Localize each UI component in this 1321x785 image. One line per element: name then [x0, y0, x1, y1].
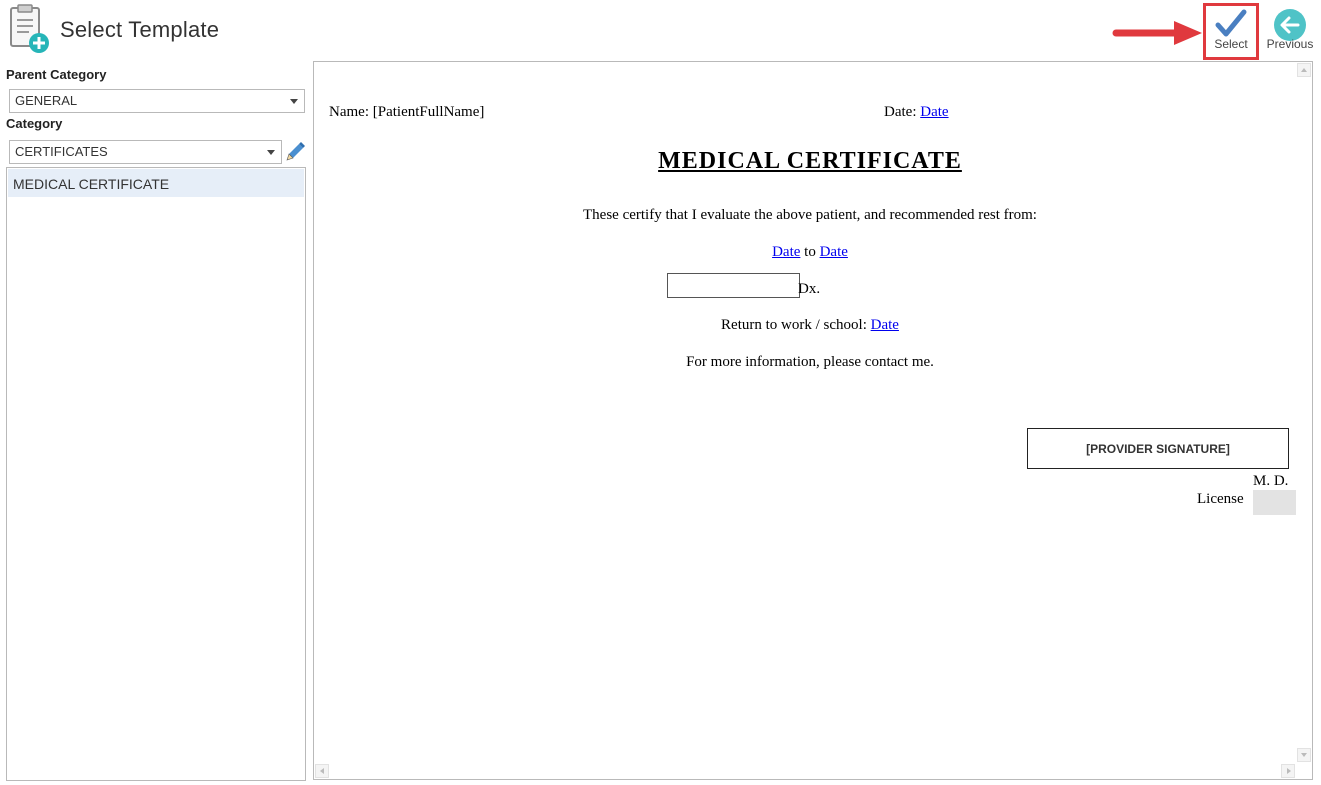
- patient-name-line: Name: [PatientFullName]: [329, 104, 485, 120]
- previous-button[interactable]: Previous: [1262, 3, 1318, 60]
- parent-category-label: Parent Category: [6, 67, 107, 82]
- contact-text: For more information, please contact me.: [686, 354, 934, 370]
- scroll-up-button[interactable]: [1297, 63, 1311, 77]
- chevron-up-icon: [1301, 68, 1307, 72]
- scroll-down-button[interactable]: [1297, 748, 1311, 762]
- scroll-left-button[interactable]: [315, 764, 329, 778]
- parent-category-value: GENERAL: [15, 93, 78, 108]
- certify-text: These certify that I evaluate the above …: [583, 207, 1037, 223]
- return-label: Return to work / school:: [721, 317, 867, 333]
- return-line: Return to work / school: Date: [314, 317, 1306, 334]
- document-page: Name: [PatientFullName] Date: Date MEDIC…: [314, 62, 1298, 762]
- category-value: CERTIFICATES: [15, 144, 108, 159]
- checkmark-icon: [1215, 9, 1247, 37]
- select-button[interactable]: Select: [1203, 3, 1259, 60]
- date-label: Date:: [884, 104, 917, 120]
- select-label: Select: [1214, 37, 1248, 51]
- annotation-arrow-icon: [1112, 21, 1202, 45]
- category-label: Category: [6, 116, 63, 131]
- template-list[interactable]: MEDICAL CERTIFICATE: [6, 167, 306, 781]
- rest-to-date-link[interactable]: Date: [820, 244, 848, 260]
- template-preview[interactable]: Name: [PatientFullName] Date: Date MEDIC…: [313, 61, 1313, 780]
- document-add-icon: [10, 4, 49, 53]
- md-label: M. D.: [1253, 473, 1289, 489]
- rest-dates-line: Date to Date: [314, 244, 1306, 261]
- dx-input[interactable]: [667, 273, 800, 298]
- provider-signature-box: [PROVIDER SIGNATURE]: [1027, 428, 1289, 469]
- rest-to-word: to: [804, 244, 816, 260]
- chevron-down-icon: [290, 99, 298, 104]
- document-title: MEDICAL CERTIFICATE: [658, 148, 962, 174]
- category-select[interactable]: CERTIFICATES: [9, 140, 282, 164]
- date-link[interactable]: Date: [920, 104, 948, 120]
- parent-category-select[interactable]: GENERAL: [9, 89, 305, 113]
- scroll-right-button[interactable]: [1281, 764, 1295, 778]
- chevron-left-icon: [320, 768, 324, 774]
- dx-label: Dx.: [798, 281, 821, 297]
- rest-from-date-link[interactable]: Date: [772, 244, 800, 260]
- chevron-down-icon: [1301, 753, 1307, 757]
- chevron-right-icon: [1287, 768, 1291, 774]
- return-date-link[interactable]: Date: [871, 317, 899, 333]
- page-title: Select Template: [60, 17, 220, 42]
- pencil-icon[interactable]: [284, 140, 306, 162]
- chevron-down-icon: [267, 150, 275, 155]
- date-line: Date: Date: [884, 104, 949, 121]
- license-field[interactable]: [1253, 490, 1296, 515]
- previous-label: Previous: [1266, 37, 1314, 51]
- license-label: License: [1197, 491, 1244, 507]
- list-item[interactable]: MEDICAL CERTIFICATE: [8, 169, 304, 197]
